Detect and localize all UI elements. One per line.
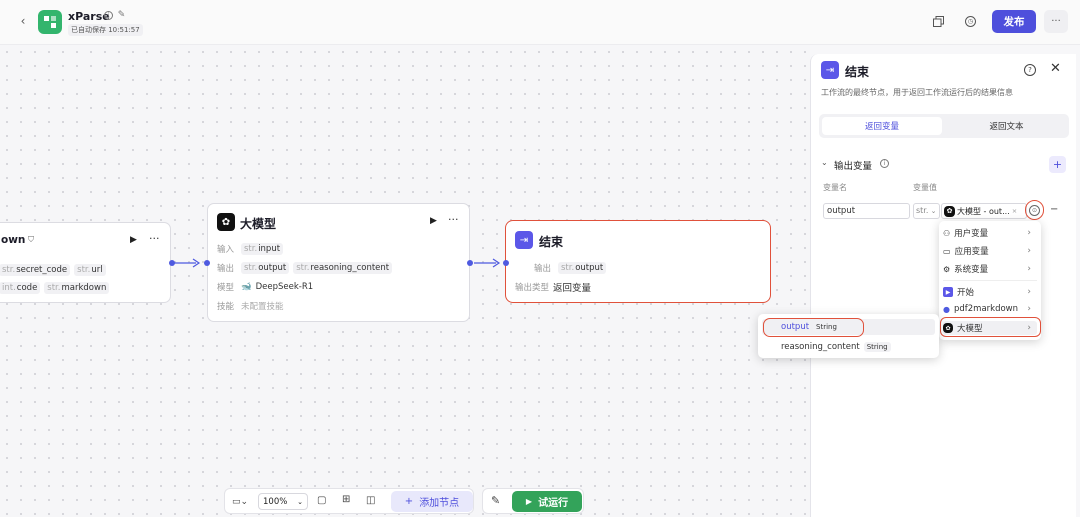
end-icon: ⇥ <box>821 61 839 79</box>
add-node-button[interactable]: + 添加节点 <box>391 491 473 512</box>
tabs: 返回变量 返回文本 <box>819 114 1069 138</box>
node-title: own <box>1 234 26 246</box>
section-title: 输出变量 <box>834 161 873 172</box>
plus-icon: + <box>404 496 414 507</box>
node-icon: ⛉ <box>28 235 34 244</box>
model-name: DeepSeek-R1 <box>255 282 314 292</box>
field-tag: str.markdown <box>44 282 110 294</box>
menu-item-user-variables[interactable]: ⚇ 用户变量 › <box>943 227 1037 239</box>
tab-return-variable[interactable]: 返回变量 <box>822 117 942 135</box>
top-bar: ‹ xParse i ✎ 已自动保存 10:51:57 ◷ 发布 ··· <box>0 0 1080 45</box>
llm-logo-icon: ✿ <box>217 213 235 231</box>
skill-value: 未配置技能 <box>241 302 284 312</box>
panel-title: 结束 <box>845 65 870 79</box>
chevron-left-icon[interactable]: ‹ <box>16 14 30 28</box>
help-icon[interactable]: ? <box>1024 64 1036 76</box>
workflow-canvas[interactable]: own ⛉ ▶ ··· str.secret_code str.url int.… <box>0 45 810 517</box>
more-icon[interactable]: ··· <box>149 232 160 245</box>
chevron-right-icon: › <box>1027 246 1031 256</box>
debug-icon[interactable]: ✎ <box>491 494 500 507</box>
col-name-header: 变量名 <box>823 183 847 192</box>
llm-logo-icon: ✿ <box>944 205 955 217</box>
port-out[interactable] <box>467 260 473 266</box>
panel-description: 工作流的最终节点，用于返回工作流运行后的结果信息 <box>821 88 1013 97</box>
node-pdf2markdown[interactable]: own ⛉ ▶ ··· str.secret_code str.url int.… <box>0 222 171 303</box>
variable-value-select[interactable]: ✿ 大模型 - out... × <box>941 203 1027 219</box>
copy-icon[interactable] <box>933 16 944 27</box>
field-tag: str.reasoning_content <box>293 262 393 274</box>
variable-type-select[interactable]: str. ⌄ <box>913 203 940 219</box>
submenu-item-reasoning[interactable]: reasoning_content String <box>762 339 935 355</box>
run-toolbar: ✎ ▶ 试运行 <box>482 488 584 514</box>
info-icon[interactable]: i <box>104 11 113 20</box>
edit-icon[interactable]: ✎ <box>117 10 126 20</box>
gear-icon: ⚙ <box>943 264 951 274</box>
clear-icon[interactable]: × <box>1012 207 1017 215</box>
start-icon: ▶ <box>943 287 953 297</box>
port-in[interactable] <box>503 260 509 266</box>
field-tag: str.secret_code <box>0 264 71 276</box>
highlight-output-item <box>763 318 864 337</box>
port-in[interactable] <box>204 260 210 266</box>
user-icon: ⚇ <box>943 228 951 238</box>
more-icon[interactable]: ··· <box>448 213 459 226</box>
publish-button[interactable]: 发布 <box>992 10 1036 33</box>
app-logo <box>38 10 62 34</box>
zoom-select[interactable]: 100% ⌄ <box>258 493 308 510</box>
more-button[interactable]: ··· <box>1044 10 1068 33</box>
autosave-status: 已自动保存 10:51:57 <box>68 24 143 36</box>
chevron-right-icon: › <box>1027 287 1031 297</box>
minimap-icon[interactable]: ▭⌄ <box>231 496 249 508</box>
field-tag: str.url <box>74 264 106 276</box>
play-icon: ▶ <box>525 497 533 506</box>
highlight-picker <box>1025 200 1044 220</box>
field-tag: str.input <box>241 243 284 255</box>
play-icon[interactable]: ▶ <box>430 216 437 226</box>
chevron-down-icon[interactable]: ⌄ <box>821 158 828 167</box>
remove-variable-button[interactable]: − <box>1050 204 1058 215</box>
chevron-right-icon: › <box>1027 264 1031 274</box>
node-llm[interactable]: ✿ 大模型 ▶ ··· 输入 str.input 输出 str.output str.… <box>207 203 470 322</box>
menu-item-app-variables[interactable]: ▭ 应用变量 › <box>943 245 1037 257</box>
field-tag: str.output <box>241 262 290 274</box>
play-icon[interactable]: ▶ <box>130 235 137 245</box>
close-icon[interactable]: ✕ <box>1050 61 1061 76</box>
canvas-toolbar: ▭⌄ 100% ⌄ ▢ ⊞ ◫ + 添加节点 <box>224 488 474 514</box>
node-title: 大模型 <box>240 217 277 231</box>
info-icon[interactable]: i <box>880 159 889 168</box>
deepseek-icon: 🐋 <box>241 282 252 292</box>
tab-return-text[interactable]: 返回文本 <box>947 117 1066 135</box>
chevron-right-icon: › <box>1027 228 1031 238</box>
variable-name-input[interactable]: output <box>823 203 910 219</box>
menu-item-system-variables[interactable]: ⚙ 系统变量 › <box>943 263 1037 275</box>
grid-icon[interactable]: ⊞ <box>342 494 350 505</box>
field-tag: int.code <box>0 282 41 294</box>
highlight-llm-item <box>940 317 1041 337</box>
menu-item-pdf2markdown[interactable]: ● pdf2markdown › <box>943 304 1037 314</box>
col-value-header: 变量值 <box>913 183 937 192</box>
variable-value: 大模型 - out... <box>957 206 1010 216</box>
highlight-end-node <box>505 220 771 303</box>
history-icon[interactable]: ◷ <box>965 16 976 27</box>
layout-icon[interactable]: ◫ <box>366 495 375 506</box>
add-variable-button[interactable]: + <box>1049 156 1066 173</box>
menu-item-start[interactable]: ▶ 开始 › <box>943 286 1037 298</box>
pdf-icon: ● <box>943 304 950 314</box>
run-button[interactable]: ▶ 试运行 <box>512 491 582 512</box>
chevron-right-icon: › <box>1027 304 1031 314</box>
comment-icon[interactable]: ▢ <box>317 495 326 506</box>
folder-icon: ▭ <box>943 246 951 256</box>
port-out[interactable] <box>169 260 175 266</box>
